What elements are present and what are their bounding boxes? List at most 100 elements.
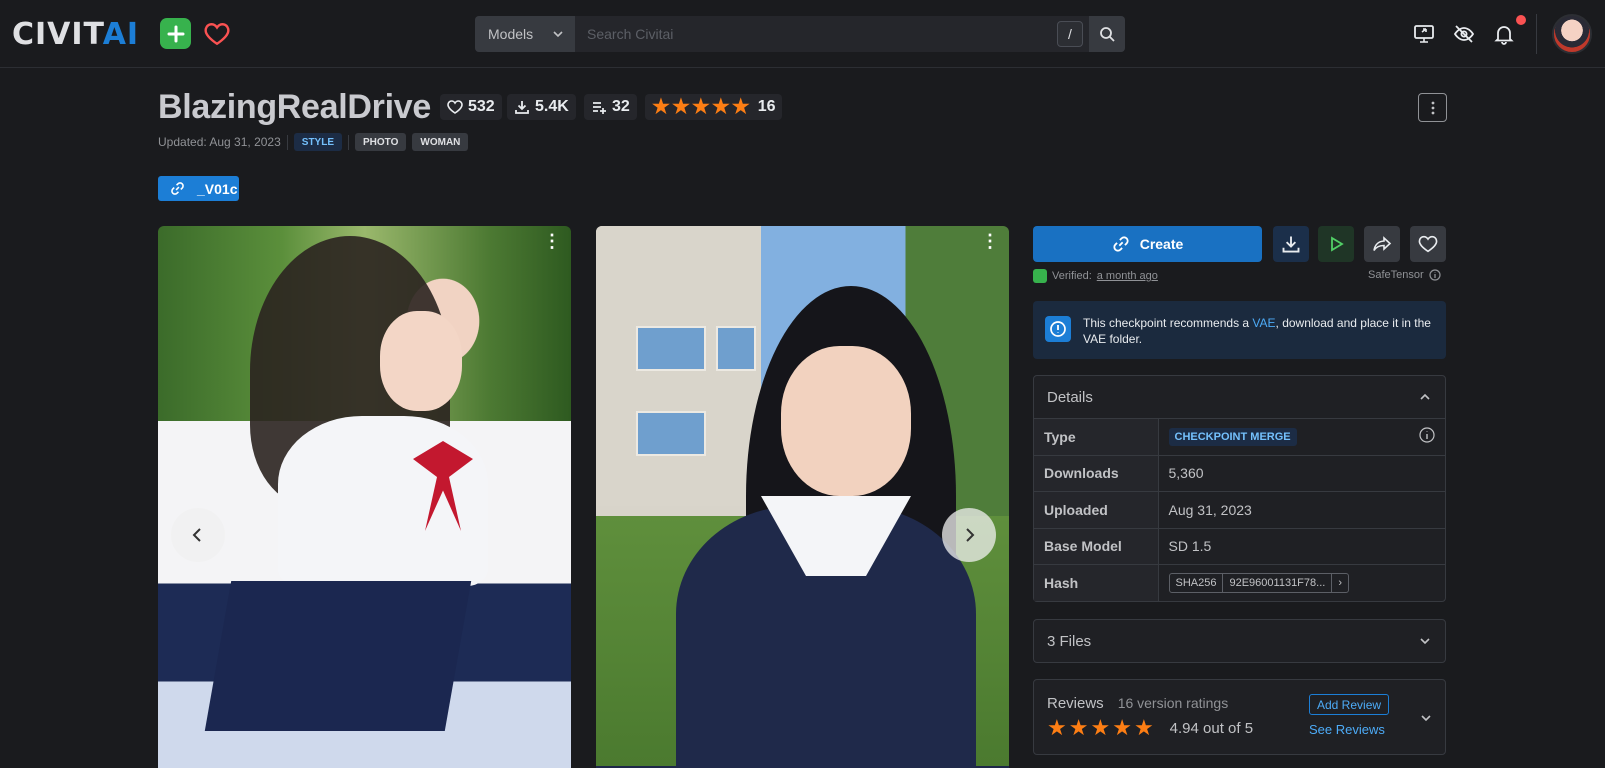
image-detail [781, 346, 911, 496]
carousel-prev-button[interactable] [171, 508, 225, 562]
tag-style[interactable]: STYLE [293, 133, 343, 151]
collections-stat[interactable]: 32 [584, 94, 637, 120]
notifications-button[interactable] [1490, 20, 1518, 48]
rating-stat[interactable]: ★ ★ ★ ★ ★ 16 [645, 94, 783, 120]
detail-value: 5,360 [1158, 454, 1445, 492]
bell-icon [1494, 26, 1514, 45]
likes-stat[interactable]: 532 [440, 94, 502, 120]
civitai-logo[interactable]: CIVITAI [12, 16, 140, 52]
support-heart-button[interactable] [203, 20, 231, 48]
see-reviews-link[interactable]: See Reviews [1309, 722, 1385, 737]
eye-off-icon [1453, 25, 1475, 43]
gallery-image-1[interactable]: ⋮ [158, 226, 571, 768]
hash-type[interactable]: SHA256 [1170, 574, 1223, 592]
create-button[interactable]: Create [1033, 226, 1262, 262]
verified-label: Verified: [1052, 270, 1092, 282]
hash-selector[interactable]: SHA256 92E96001131F78... › [1168, 573, 1349, 593]
files-panel[interactable]: 3 Files [1033, 619, 1446, 663]
star-icon: ★ [1133, 715, 1154, 740]
info-icon[interactable] [1419, 427, 1435, 443]
star-icon: ★ [652, 96, 670, 118]
verified-time[interactable]: a month ago [1097, 270, 1158, 282]
logo-accent-text: AI [102, 16, 140, 52]
share-button[interactable] [1364, 226, 1400, 262]
image-generation-button[interactable] [1410, 20, 1438, 48]
star-icon: ★ [711, 96, 730, 118]
verified-status: Verified: a month ago [1033, 269, 1158, 283]
share-icon [1373, 236, 1392, 251]
image-detail [380, 311, 462, 411]
alert-text: This checkpoint recommends a [1083, 316, 1253, 330]
image-detail [204, 581, 472, 731]
tag-photo[interactable]: PHOTO [355, 133, 407, 151]
gallery-image-2[interactable]: ⋮ [596, 226, 1009, 768]
detail-value: CHECKPOINT MERGE [1158, 418, 1445, 455]
create-label: Create [1139, 236, 1184, 252]
detail-value: SHA256 92E96001131F78... › [1158, 564, 1445, 601]
download-button[interactable] [1273, 226, 1309, 262]
image-detail [636, 326, 706, 371]
image-detail [716, 326, 756, 371]
model-title: BlazingRealDrive [158, 88, 431, 126]
reviews-stars: ★ ★ ★ ★ ★ [1047, 717, 1154, 739]
download-icon [515, 101, 529, 114]
add-icon [167, 25, 184, 42]
chevron-down-icon[interactable] [1419, 711, 1433, 725]
likes-count: 532 [468, 98, 495, 115]
meta-divider [348, 134, 350, 150]
logo-main-text: CIVIT [12, 16, 103, 52]
search-category-label: Models [488, 26, 534, 42]
downloads-count: 5.4K [535, 98, 569, 115]
create-plus-button[interactable] [160, 18, 191, 49]
image-menu-icon[interactable]: ⋮ [543, 232, 561, 250]
image-menu-icon[interactable]: ⋮ [981, 232, 999, 250]
file-format-label: SafeTensor [1368, 269, 1424, 281]
reviews-summary: Reviews 16 version ratings ★ ★ ★ ★ ★ 4.94 ou… [1047, 695, 1253, 739]
model-menu-button[interactable] [1418, 93, 1447, 122]
files-header[interactable]: 3 Files [1034, 620, 1445, 662]
rating-stars: ★ ★ ★ ★ ★ [652, 97, 750, 117]
chevron-right-icon[interactable]: › [1331, 574, 1348, 592]
reviews-title: Reviews [1047, 695, 1104, 712]
updated-date: Updated: Aug 31, 2023 [158, 135, 281, 149]
search-icon [1100, 27, 1115, 42]
details-header[interactable]: Details [1034, 376, 1445, 418]
verified-icon [1033, 269, 1047, 283]
header-divider [1536, 14, 1537, 54]
details-table: Type CHECKPOINT MERGE Downloads 5,360 Up… [1034, 418, 1445, 601]
search-bar: Models / [475, 16, 1125, 52]
version-label: _V01c [197, 180, 238, 197]
search-input[interactable] [575, 16, 1089, 52]
star-icon: ★ [1112, 715, 1132, 740]
top-header: CIVITAI Models / [0, 0, 1605, 68]
chevron-down-icon [1420, 638, 1430, 645]
heart-icon [1418, 235, 1438, 253]
star-icon: ★ [1090, 715, 1111, 740]
collections-count: 32 [612, 98, 630, 115]
detail-key: Hash [1034, 564, 1159, 601]
search-category-select[interactable]: Models [475, 16, 575, 52]
screen-share-icon [1414, 25, 1434, 43]
detail-key: Type [1034, 418, 1159, 455]
table-row: Type CHECKPOINT MERGE [1034, 418, 1445, 455]
tag-woman[interactable]: WOMAN [412, 133, 469, 151]
add-review-button[interactable]: Add Review [1309, 694, 1390, 715]
favorite-button[interactable] [1410, 226, 1446, 262]
image-detail [278, 416, 488, 586]
model-meta: Updated: Aug 31, 2023 STYLE PHOTO WOMAN [158, 133, 469, 151]
reviews-rating: ★ ★ ★ ★ ★ 4.94 out of 5 [1047, 717, 1253, 739]
carousel-next-button[interactable] [942, 508, 996, 562]
vae-alert: This checkpoint recommends a VAE, downlo… [1033, 301, 1446, 359]
vae-link[interactable]: VAE [1252, 316, 1275, 330]
info-icon[interactable] [1429, 269, 1441, 281]
nsfw-toggle-button[interactable] [1450, 20, 1478, 48]
version-tab[interactable]: _V01c [158, 176, 239, 201]
user-avatar[interactable] [1552, 14, 1592, 54]
hash-value[interactable]: 92E96001131F78... [1222, 574, 1331, 592]
playlist-add-icon [593, 102, 606, 114]
search-button[interactable] [1089, 16, 1125, 52]
downloads-stat: 5.4K [507, 94, 576, 120]
detail-key: Base Model [1034, 527, 1159, 565]
run-model-button[interactable] [1318, 226, 1354, 262]
meta-divider [286, 134, 288, 150]
